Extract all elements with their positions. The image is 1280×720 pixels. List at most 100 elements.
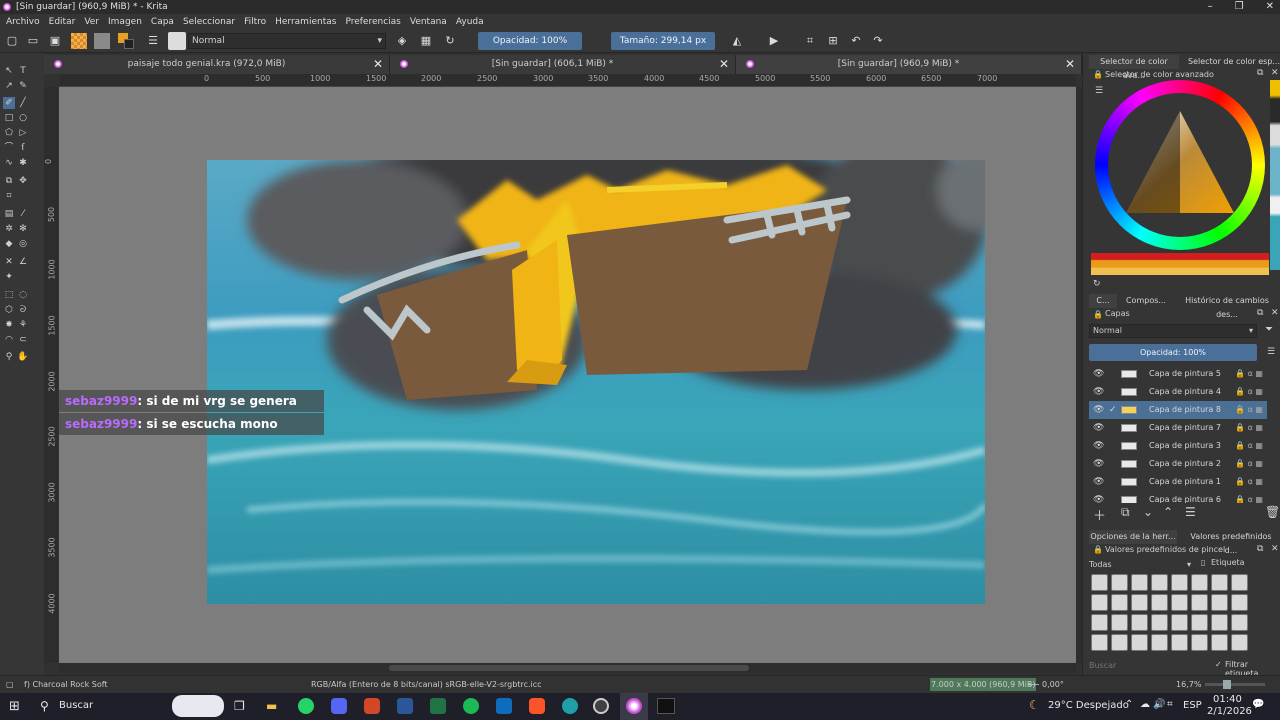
eye-icon[interactable]: 👁 bbox=[1093, 383, 1104, 401]
ellipse-tool-icon[interactable]: ○ bbox=[17, 112, 29, 124]
delete-layer-icon[interactable]: 🗑 bbox=[1265, 505, 1280, 519]
tab-c[interactable]: C... bbox=[1089, 294, 1117, 308]
edit-shapes-tool-icon[interactable]: ↗ bbox=[3, 80, 15, 92]
color-triangle[interactable] bbox=[1120, 105, 1240, 225]
layer-row[interactable]: 👁 Capa de pintura 4 🔒 ⍺ ▦ bbox=[1089, 383, 1267, 401]
ellipse-select-tool-icon[interactable]: ◌ bbox=[17, 289, 29, 301]
weather-text[interactable]: 29°C Despejado bbox=[1048, 700, 1129, 711]
brush-preset[interactable] bbox=[1211, 634, 1228, 651]
scroll-thumb[interactable] bbox=[389, 665, 749, 671]
windows-start-icon[interactable]: ⊞ bbox=[9, 699, 20, 714]
polygon-select-tool-icon[interactable]: ⬡ bbox=[3, 304, 15, 316]
brush-preset[interactable] bbox=[1211, 594, 1228, 611]
layer-menu-icon[interactable]: ☰ bbox=[1267, 347, 1275, 357]
brave-icon[interactable] bbox=[529, 698, 545, 714]
contiguous-select-tool-icon[interactable]: ✸ bbox=[3, 319, 15, 331]
brush-filter-select[interactable]: Todas ▾ bbox=[1089, 558, 1195, 571]
freehand-path-tool-icon[interactable]: ſ bbox=[17, 142, 29, 154]
magnetic-select-tool-icon[interactable]: ⊂ bbox=[17, 334, 29, 346]
brush-preset[interactable] bbox=[1211, 574, 1228, 591]
maximize-button[interactable]: ❐ bbox=[1235, 0, 1244, 14]
polygon-tool-icon[interactable]: ⬠ bbox=[3, 127, 15, 139]
brush-search-input[interactable] bbox=[1089, 659, 1201, 672]
gradient-pattern-icon[interactable] bbox=[71, 33, 87, 49]
brush-preset[interactable] bbox=[1151, 634, 1168, 651]
menu-ver[interactable]: Ver bbox=[84, 17, 99, 27]
tab-brush-presets[interactable]: Valores predefinidos d... bbox=[1183, 530, 1279, 555]
krita-taskbar-icon[interactable] bbox=[626, 698, 642, 714]
bezier-tool-icon[interactable]: ⌒ bbox=[3, 142, 15, 154]
brush-preset[interactable] bbox=[1151, 574, 1168, 591]
lock-icon[interactable]: 🔒 bbox=[1093, 545, 1103, 554]
freehand-select-tool-icon[interactable]: ᘐ bbox=[17, 304, 29, 316]
rectangle-tool-icon[interactable]: □ bbox=[3, 112, 15, 124]
tab-history[interactable]: Histórico de cambios des... bbox=[1175, 294, 1279, 319]
outlook-icon[interactable] bbox=[496, 698, 512, 714]
brush-preset[interactable] bbox=[1091, 634, 1108, 651]
close-panel-icon[interactable]: ✕ bbox=[1271, 544, 1279, 554]
menu-preferencias[interactable]: Preferencias bbox=[345, 17, 400, 27]
close-tab-icon[interactable]: ✕ bbox=[1065, 55, 1075, 74]
move-tool-icon[interactable]: ✥ bbox=[17, 175, 29, 187]
layer-row[interactable]: 👁 Capa de pintura 6 🔒 ⍺ ▦ bbox=[1089, 491, 1267, 503]
color-sliders[interactable] bbox=[1091, 253, 1269, 275]
tab-specific-color[interactable]: Selector de color esp... bbox=[1187, 55, 1280, 69]
brush-preset[interactable] bbox=[1131, 634, 1148, 651]
eraser-icon[interactable]: ◈ bbox=[395, 34, 409, 48]
minimize-button[interactable]: – bbox=[1208, 0, 1213, 14]
new-document-icon[interactable]: ▢ bbox=[5, 34, 19, 48]
redo-icon[interactable]: ↷ bbox=[871, 34, 885, 48]
reload-preset-icon[interactable]: ↻ bbox=[443, 34, 457, 48]
float-panel-icon[interactable]: ⧉ bbox=[1257, 544, 1263, 554]
close-window-button[interactable]: ✕ bbox=[1266, 0, 1274, 14]
similar-select-tool-icon[interactable]: ⚘ bbox=[17, 319, 29, 331]
tray-expand-icon[interactable]: ⌃ bbox=[1125, 699, 1133, 710]
brush-preset[interactable] bbox=[1131, 594, 1148, 611]
layer-blend-select[interactable]: Normal ▾ bbox=[1089, 324, 1257, 338]
brush-preset[interactable] bbox=[1091, 574, 1108, 591]
brush-preset[interactable] bbox=[1231, 594, 1248, 611]
layer-lock-icon[interactable]: 🔒 ⍺ ▦ bbox=[1235, 455, 1263, 473]
brush-preset[interactable] bbox=[1211, 614, 1228, 631]
layer-row-selected[interactable]: 👁 ✓ Capa de pintura 8 🔒 ⍺ ▦ bbox=[1089, 401, 1267, 419]
brush-preset[interactable] bbox=[1111, 634, 1128, 651]
fill-tool-icon[interactable]: ◆ bbox=[3, 238, 15, 250]
eye-icon[interactable]: 👁 bbox=[1093, 473, 1104, 491]
brush-preset[interactable] bbox=[1171, 614, 1188, 631]
polyline-tool-icon[interactable]: ▷ bbox=[17, 127, 29, 139]
float-panel-icon[interactable]: ⧉ bbox=[1257, 308, 1263, 318]
brush-preset[interactable] bbox=[1191, 594, 1208, 611]
color-picker-tool-icon[interactable]: ⁄ bbox=[17, 208, 29, 220]
dynamic-brush-tool-icon[interactable]: ∿ bbox=[3, 157, 15, 169]
lock-icon[interactable]: 🔒 bbox=[1093, 310, 1103, 319]
clock-time[interactable]: 01:40 bbox=[1213, 694, 1242, 705]
measure-tool-icon[interactable]: ∠ bbox=[17, 256, 29, 268]
layer-row[interactable]: 👁 Capa de pintura 7 🔒 ⍺ ▦ bbox=[1089, 419, 1267, 437]
menu-filtro[interactable]: Filtro bbox=[244, 17, 266, 27]
brush-preset[interactable] bbox=[1111, 594, 1128, 611]
eye-icon[interactable]: 👁 bbox=[1093, 401, 1104, 419]
refresh-icon[interactable]: ↻ bbox=[1093, 279, 1101, 289]
add-layer-icon[interactable]: ＋ bbox=[1093, 505, 1106, 524]
menu-seleccionar[interactable]: Seleccionar bbox=[183, 17, 235, 27]
float-panel-icon[interactable]: ⧉ bbox=[1257, 68, 1263, 78]
excel-icon[interactable] bbox=[430, 698, 446, 714]
pan-tool-icon[interactable]: ✋ bbox=[17, 351, 29, 363]
menu-ventana[interactable]: Ventana bbox=[410, 17, 447, 27]
canvas-area[interactable]: sebaz9999: si de mi vrg se genera sebaz9… bbox=[59, 87, 1076, 663]
layer-lock-icon[interactable]: 🔒 ⍺ ▦ bbox=[1235, 365, 1263, 383]
search-icon[interactable]: ⚲ bbox=[40, 699, 49, 713]
brush-preset[interactable] bbox=[1151, 594, 1168, 611]
layer-row[interactable]: 👁 Capa de pintura 2 🔒 ⍺ ▦ bbox=[1089, 455, 1267, 473]
tab-paisaje[interactable]: paisaje todo genial.kra (972,0 MiB) ✕ bbox=[44, 55, 390, 74]
reference-tool-icon[interactable]: ✦ bbox=[3, 271, 15, 283]
notification-icon[interactable]: 💬 bbox=[1252, 699, 1264, 710]
xp-pen-icon[interactable] bbox=[657, 698, 675, 714]
alpha-lock-icon[interactable]: ▦ bbox=[419, 34, 433, 48]
task-view-icon[interactable]: ❐ bbox=[234, 699, 245, 713]
eye-icon[interactable]: 👁 bbox=[1093, 455, 1104, 473]
brush-preset[interactable] bbox=[1231, 634, 1248, 651]
undo-icon[interactable]: ↶ bbox=[849, 34, 863, 48]
volume-icon[interactable]: 🔊 bbox=[1153, 699, 1165, 710]
brush-preset[interactable] bbox=[1191, 634, 1208, 651]
